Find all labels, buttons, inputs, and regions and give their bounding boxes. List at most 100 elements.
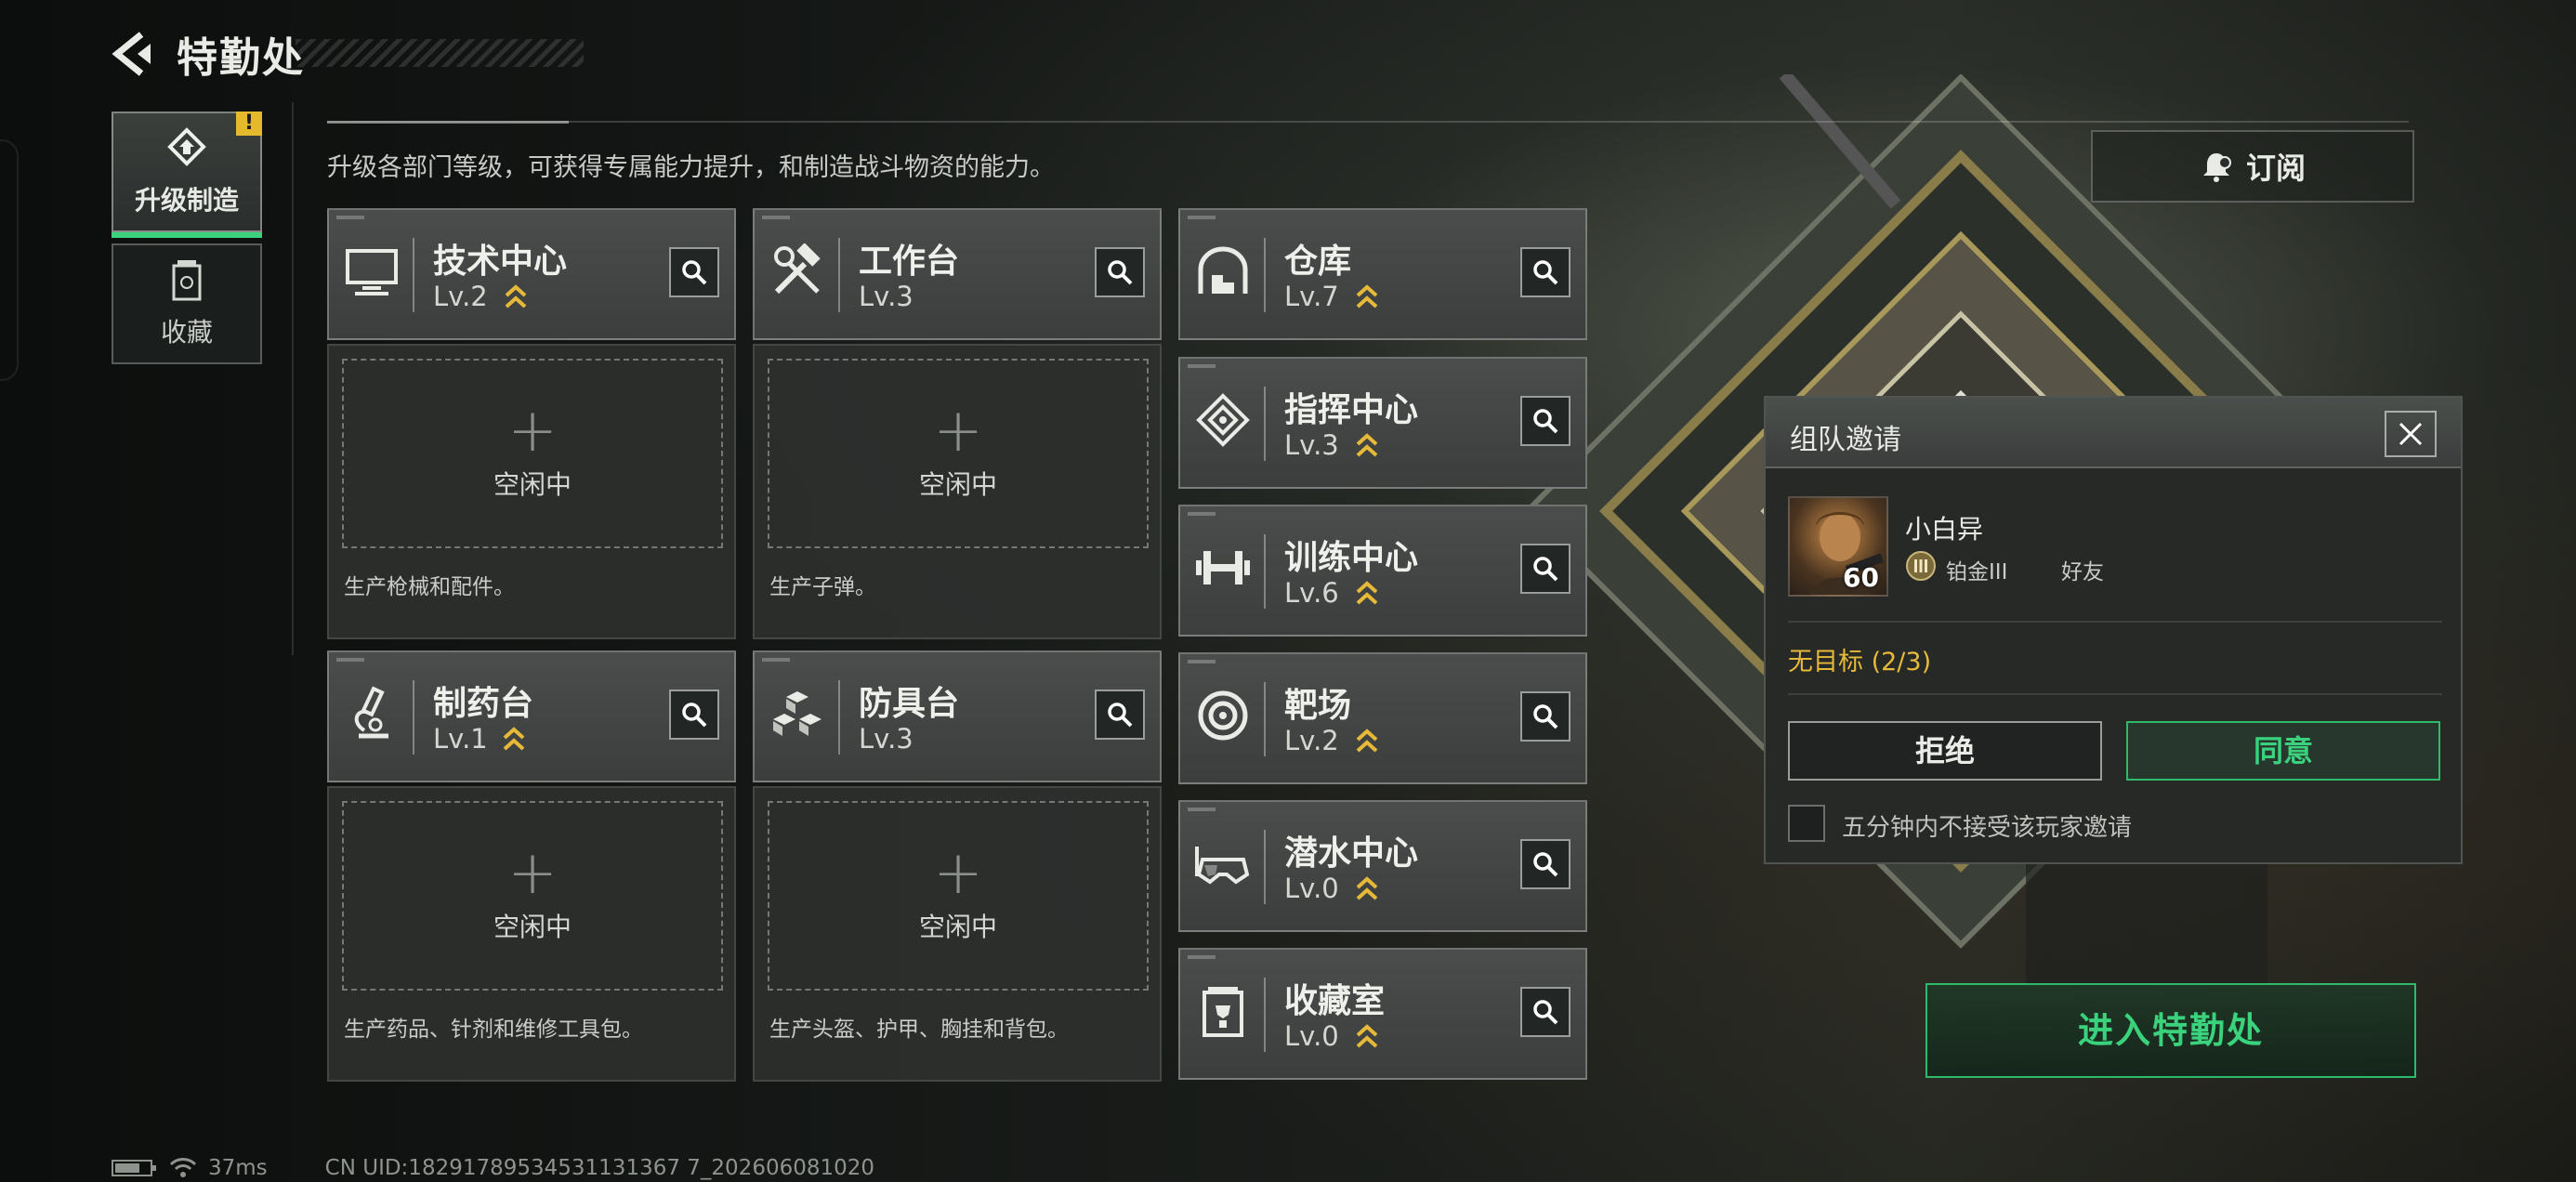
station-card-shooting-range[interactable]: 靶场 Lv.2: [1178, 652, 1587, 784]
card-tag: [1188, 512, 1216, 516]
subscribe-button[interactable]: 订阅: [2091, 130, 2414, 203]
search-icon: [1533, 852, 1558, 877]
plus-icon: +: [507, 397, 558, 466]
plus-icon: +: [933, 397, 983, 466]
close-icon: [2399, 422, 2423, 446]
station-card-command-center[interactable]: 指挥中心 Lv.3: [1178, 357, 1587, 489]
microscope-icon: [342, 680, 401, 747]
player-name: 小白异: [1905, 514, 1984, 545]
slot-status: 空闲中: [918, 469, 997, 500]
slot-dropzone[interactable]: + 空闲中: [768, 801, 1149, 991]
level-up-chevron-icon: [1356, 729, 1378, 753]
production-slot-armor-bench[interactable]: + 空闲中 生产头盔、护甲、胸挂和背包。: [753, 786, 1162, 1082]
slot-dropzone[interactable]: + 空闲中: [342, 359, 723, 548]
station-card-collection-room[interactable]: 收藏室 Lv.0: [1178, 948, 1587, 1080]
station-card-training-center[interactable]: 训练中心 Lv.6: [1178, 505, 1587, 637]
invite-title: 组队邀请: [1790, 424, 1901, 456]
production-slot-tech-center[interactable]: + 空闲中 生产枪械和配件。: [327, 344, 736, 639]
slot-description: 生产头盔、护甲、胸挂和背包。: [769, 1018, 1069, 1042]
card-divider: [413, 238, 414, 312]
station-level: Lv.6: [1284, 577, 1339, 609]
enter-special-ops-button[interactable]: 进入特勤处: [1925, 983, 2416, 1078]
close-button[interactable]: [2385, 411, 2437, 457]
level-up-chevron-icon: [503, 727, 525, 751]
production-slot-workbench[interactable]: + 空闲中 生产子弹。: [753, 344, 1162, 639]
card-divider: [1264, 387, 1266, 461]
armor-cubes-icon: [768, 680, 827, 747]
search-button[interactable]: [1095, 690, 1145, 740]
mute-invite-label: 五分钟内不接受该玩家邀请: [1842, 814, 2133, 842]
page-header: 特勤处: [110, 28, 305, 82]
dumbbell-icon: [1193, 534, 1253, 601]
production-slot-pharmacy[interactable]: + 空闲中 生产药品、针剂和维修工具包。: [327, 786, 736, 1082]
search-button[interactable]: [1520, 987, 1571, 1037]
search-button[interactable]: [669, 247, 719, 297]
station-level: Lv.2: [433, 281, 488, 312]
level-up-chevron-icon: [1356, 581, 1378, 605]
level-up-chevron-icon: [1356, 284, 1378, 309]
slot-dropzone[interactable]: + 空闲中: [768, 359, 1149, 548]
player-avatar[interactable]: 60: [1788, 496, 1888, 597]
station-card-armor-bench[interactable]: 防具台 Lv.3: [753, 650, 1162, 782]
station-level: Lv.3: [1284, 429, 1339, 461]
card-divider: [1264, 682, 1266, 756]
station-card-diving-center[interactable]: 潜水中心 Lv.0: [1178, 800, 1587, 932]
refuse-button[interactable]: 拒绝: [1788, 721, 2102, 781]
left-divider: [292, 102, 294, 655]
station-name: 技术中心: [433, 243, 568, 281]
search-button[interactable]: [1520, 247, 1571, 297]
top-divider-accent: [327, 121, 569, 124]
accept-button[interactable]: 同意: [2126, 721, 2440, 781]
card-divider: [1264, 238, 1266, 312]
search-icon: [1108, 703, 1133, 728]
mute-invite-checkbox[interactable]: [1788, 805, 1825, 842]
warehouse-icon: [1193, 238, 1253, 305]
back-arrow-icon[interactable]: [110, 31, 156, 77]
station-card-workbench[interactable]: 工作台 Lv.3: [753, 208, 1162, 340]
station-name: 仓库: [1284, 243, 1352, 281]
upgrade-gear-icon: [167, 127, 206, 166]
search-button[interactable]: [1520, 396, 1571, 446]
sidebar-collect-button[interactable]: 收藏: [112, 243, 262, 364]
card-tag: [336, 658, 364, 662]
diving-mask-icon: [1193, 830, 1253, 897]
search-icon: [1533, 557, 1558, 582]
card-tag: [1188, 955, 1216, 959]
search-button[interactable]: [1520, 544, 1571, 594]
station-level: Lv.2: [1284, 725, 1339, 756]
slot-status: 空闲中: [493, 912, 572, 942]
station-level: Lv.3: [859, 281, 913, 312]
sidebar-upgrade-button[interactable]: 升级制造 !: [112, 112, 262, 238]
station-card-warehouse[interactable]: 仓库 Lv.7: [1178, 208, 1587, 340]
plus-icon: +: [507, 839, 558, 908]
monitor-icon: [342, 238, 401, 305]
station-name: 指挥中心: [1284, 391, 1419, 429]
collection-jar-icon: [172, 260, 202, 301]
title-decoration: [296, 39, 584, 67]
card-tag: [762, 658, 790, 662]
station-card-pharmacy[interactable]: 制药台 Lv.1: [327, 650, 736, 782]
level-up-chevron-icon: [505, 284, 527, 309]
card-divider: [413, 680, 414, 755]
station-level: Lv.1: [433, 723, 488, 755]
search-button[interactable]: [1520, 839, 1571, 889]
search-icon: [1533, 1000, 1558, 1025]
search-button[interactable]: [1095, 247, 1145, 297]
slot-description: 生产药品、针剂和维修工具包。: [344, 1018, 643, 1042]
page-title: 特勤处: [177, 34, 305, 82]
station-level: Lv.3: [859, 723, 913, 755]
search-button[interactable]: [669, 690, 719, 740]
search-button[interactable]: [1520, 691, 1571, 742]
subscribe-label: 订阅: [2245, 151, 2306, 186]
slot-description: 生产枪械和配件。: [344, 575, 515, 599]
search-icon: [682, 260, 707, 285]
slot-dropzone[interactable]: + 空闲中: [342, 801, 723, 991]
level-up-chevron-icon: [1356, 433, 1378, 457]
station-level: Lv.0: [1284, 873, 1339, 904]
wifi-icon: [169, 1158, 197, 1177]
player-relation: 好友: [2061, 560, 2104, 584]
player-rank: 铂金III: [1946, 560, 2008, 584]
search-icon: [1108, 260, 1133, 285]
player-level: 60: [1843, 562, 1879, 593]
station-card-tech-center[interactable]: 技术中心 Lv.2: [327, 208, 736, 340]
